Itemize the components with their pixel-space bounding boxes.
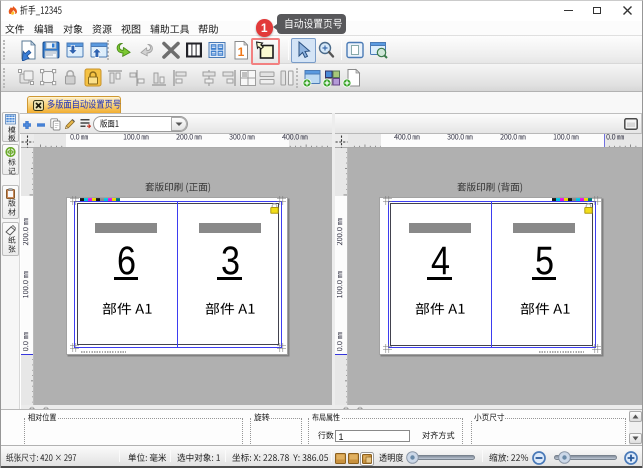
svg-text:1: 1 (238, 45, 245, 59)
